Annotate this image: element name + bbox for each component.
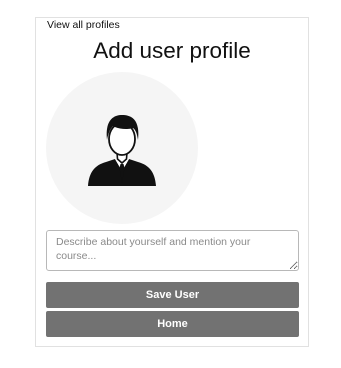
page-title: Add user profile xyxy=(93,38,251,63)
user-avatar-icon xyxy=(88,115,156,186)
view-all-profiles-link[interactable]: View all profiles xyxy=(47,19,120,32)
bio-textarea[interactable] xyxy=(46,230,299,271)
home-button[interactable]: Home xyxy=(46,311,299,337)
profile-form-card: View all profiles Add user profile Save … xyxy=(35,17,309,347)
avatar xyxy=(46,72,198,224)
save-user-button[interactable]: Save User xyxy=(46,282,299,308)
